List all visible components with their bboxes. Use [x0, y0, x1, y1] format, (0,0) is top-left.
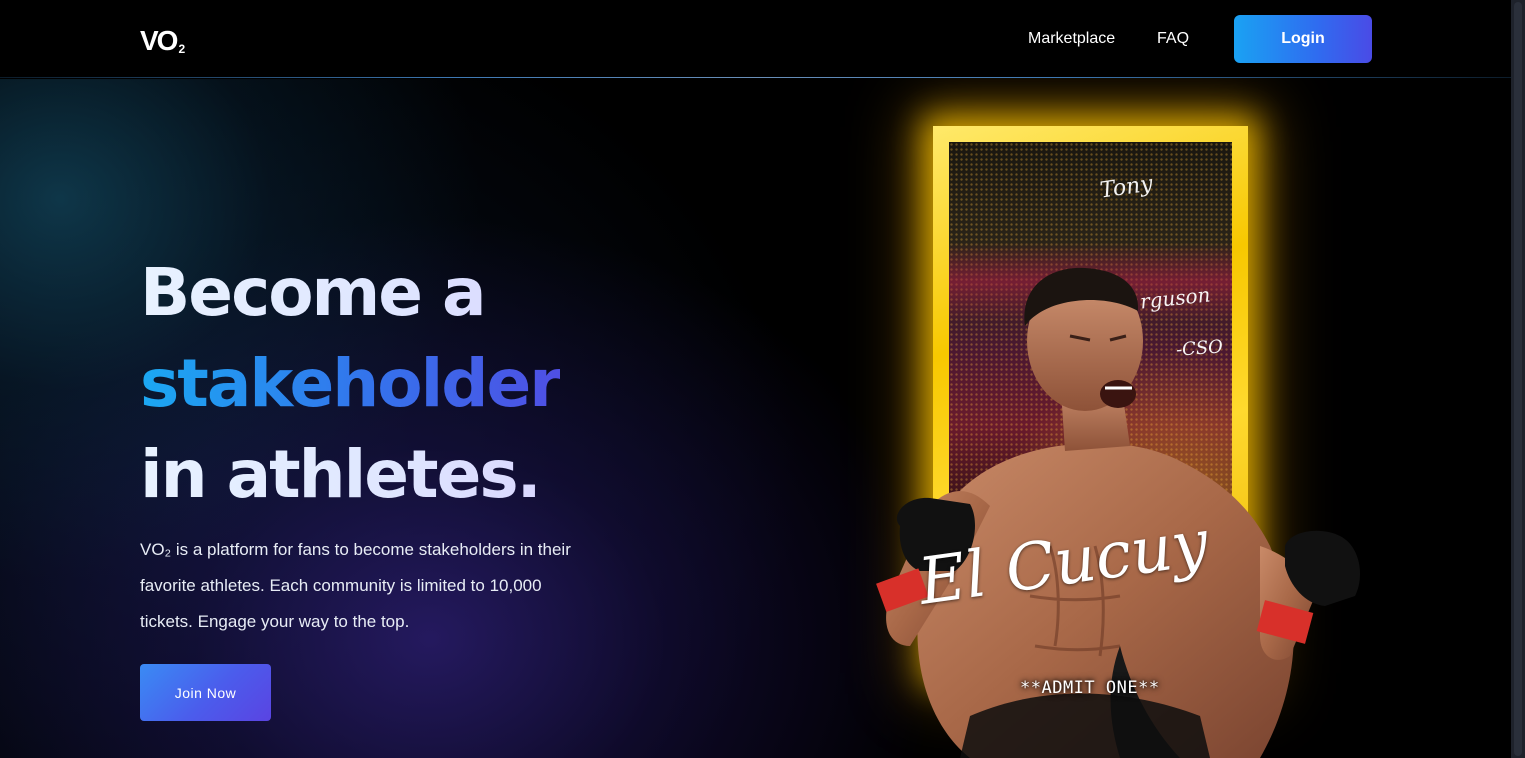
logo-text: VO — [140, 25, 178, 56]
login-button[interactable]: Login — [1234, 15, 1372, 63]
hero-description: VO₂ is a platform for fans to become sta… — [140, 540, 571, 631]
admit-one-label: **ADMIT ONE** — [1020, 678, 1160, 698]
headline-line-1: Become a — [140, 247, 560, 338]
page-scrollbar[interactable] — [1511, 0, 1525, 758]
headline-line-3: in athletes. — [140, 429, 560, 520]
nav-faq-link[interactable]: FAQ — [1157, 30, 1189, 48]
vo2-logo[interactable]: VO 2 — [140, 22, 185, 56]
fighter-photo — [876, 267, 1360, 758]
page: VO 2 Marketplace FAQ Login Become a stak… — [0, 0, 1511, 758]
hero-headline: Become a stakeholder in athletes. — [140, 247, 562, 520]
athlete-ticket-card[interactable]: Tony rguson -CSO El Cucuy **ADMIT ONE** — [820, 126, 1380, 758]
scrollbar-thumb[interactable] — [1514, 2, 1522, 756]
logo-subscript: 2 — [178, 42, 186, 56]
headline-line-2: stakeholder — [140, 338, 562, 429]
nav-marketplace-link[interactable]: Marketplace — [1028, 30, 1115, 48]
site-header: VO 2 Marketplace FAQ Login — [0, 0, 1511, 78]
signature-tag: -CSO — [1175, 336, 1224, 361]
join-now-button[interactable]: Join Now — [140, 664, 271, 721]
